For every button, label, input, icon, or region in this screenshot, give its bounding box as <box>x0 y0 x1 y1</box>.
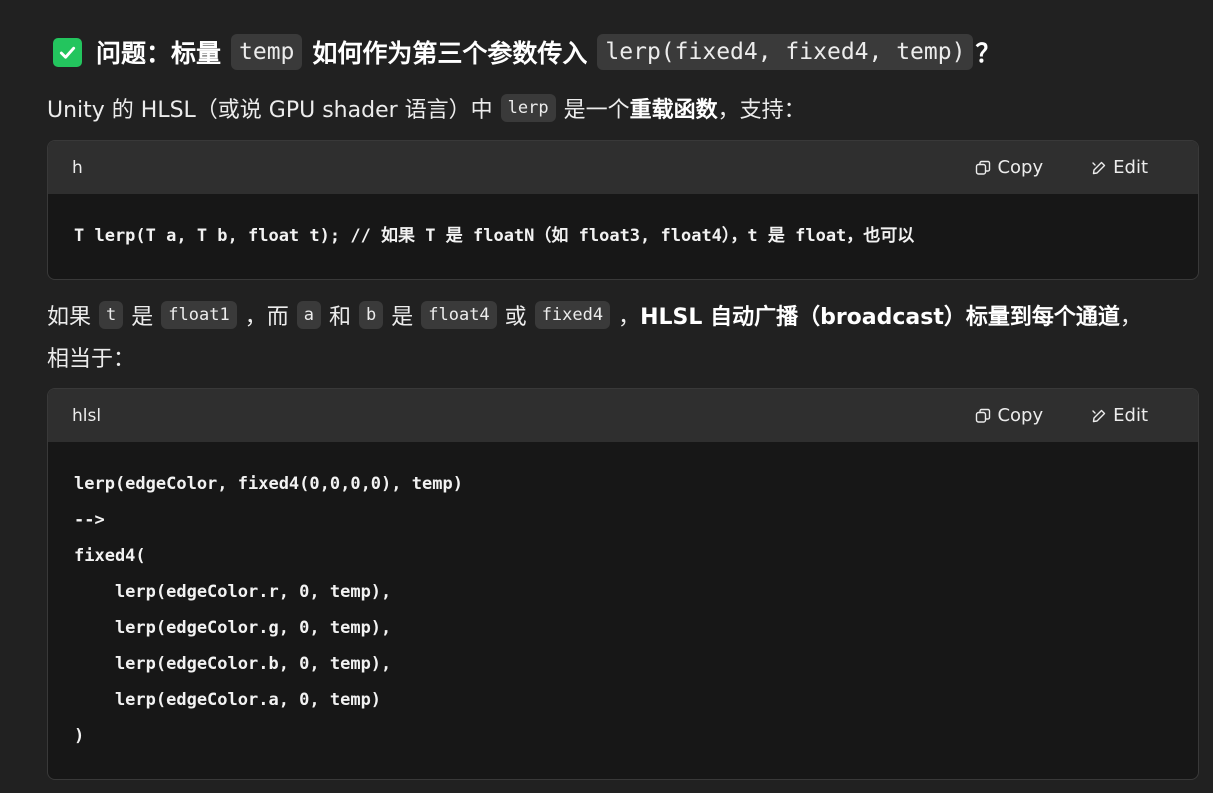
edit-label: Edit <box>1113 405 1148 426</box>
para2-text: ，而 <box>244 305 289 330</box>
copy-button[interactable]: Copy <box>975 405 1043 426</box>
para2-line2: 相当于： <box>47 347 136 372</box>
code-actions: Copy Edit <box>975 157 1148 178</box>
para1-text1: Unity 的 HLSL（或说 GPU shader 语言）中 <box>47 98 493 123</box>
para1-text2: 是一个 <box>563 98 630 123</box>
code-block-hlsl: hlsl Copy Edit lerp(edgeColor, fixed4(0,… <box>47 388 1199 780</box>
heading-text-middle: 如何作为第三个参数传入 <box>312 39 588 68</box>
para2-text: 是 <box>391 305 414 330</box>
para2-bold: HLSL 自动广播（broadcast）标量到每个通道 <box>640 305 1120 330</box>
heading-text-suffix: ？ <box>975 39 1001 68</box>
para2-text: 是 <box>131 305 154 330</box>
edit-pencil-icon <box>1091 408 1107 424</box>
code-line: lerp(edgeColor.g, 0, temp), <box>74 618 392 638</box>
para1-text3: ，支持： <box>717 98 806 123</box>
code-actions: Copy Edit <box>975 405 1148 426</box>
para1-bold: 重载函数 <box>629 98 718 123</box>
para2-code-float1: float1 <box>161 301 237 329</box>
copy-icon <box>975 408 991 424</box>
para2-code-float4: float4 <box>421 301 497 329</box>
paragraph-broadcast: 如果 t 是 float1 ，而 a 和 b 是 float4 或 fixed4… <box>47 296 1142 334</box>
copy-button[interactable]: Copy <box>975 157 1043 178</box>
copy-label: Copy <box>997 405 1044 426</box>
code-line: fixed4( <box>74 546 146 566</box>
code-block-body: T lerp(T a, T b, float t); // 如果 T 是 flo… <box>48 194 1198 274</box>
code-block-header: hlsl Copy Edit <box>48 389 1198 442</box>
code-block-h: h Copy Edit T lerp(T a, T b, float t); /… <box>47 140 1199 280</box>
para2-text: 和 <box>328 305 351 330</box>
code-line: lerp(edgeColor.r, 0, temp), <box>74 582 392 602</box>
edit-button[interactable]: Edit <box>1091 157 1148 178</box>
check-box-icon <box>53 37 82 67</box>
code-block-body: lerp(edgeColor, fixed4(0,0,0,0), temp) -… <box>48 442 1198 774</box>
para2-text: ， <box>1119 305 1142 330</box>
code-language-label: hlsl <box>72 405 102 426</box>
copy-label: Copy <box>997 157 1044 178</box>
para2-text: ， <box>618 305 641 330</box>
code-line: lerp(edgeColor.a, 0, temp) <box>74 690 382 710</box>
paragraph-equivalent: 相当于： <box>47 338 135 376</box>
code-block-header: h Copy Edit <box>48 141 1198 194</box>
paragraph-overload: Unity 的 HLSL（或说 GPU shader 语言）中 lerp 是一个… <box>47 90 806 126</box>
heading-code-lerp: lerp(fixed4, fixed4, temp) <box>597 34 974 70</box>
para2-code-a: a <box>296 301 321 329</box>
code-line: T lerp(T a, T b, float t); // 如果 T 是 flo… <box>74 226 915 246</box>
para2-text: 或 <box>504 305 527 330</box>
heading-code-temp: temp <box>231 34 303 70</box>
para2-code-t: t <box>99 301 124 329</box>
para1-code-lerp: lerp <box>500 94 556 122</box>
para2-code-fixed4: fixed4 <box>534 301 611 329</box>
heading-text-prefix: 问题：标量 <box>96 39 222 68</box>
copy-icon <box>975 160 991 176</box>
edit-button[interactable]: Edit <box>1091 405 1148 426</box>
edit-label: Edit <box>1113 157 1148 178</box>
code-line: lerp(edgeColor.b, 0, temp), <box>74 654 392 674</box>
code-line: --> <box>74 510 105 530</box>
code-line: ) <box>74 726 85 746</box>
code-line: lerp(edgeColor, fixed4(0,0,0,0), temp) <box>74 474 463 494</box>
para2-code-b: b <box>358 301 384 329</box>
code-language-label: h <box>72 157 83 178</box>
edit-pencil-icon <box>1091 160 1107 176</box>
question-heading: 问题：标量 temp 如何作为第三个参数传入 lerp(fixed4, fixe… <box>53 30 1000 74</box>
para2-text: 如果 <box>47 305 92 330</box>
